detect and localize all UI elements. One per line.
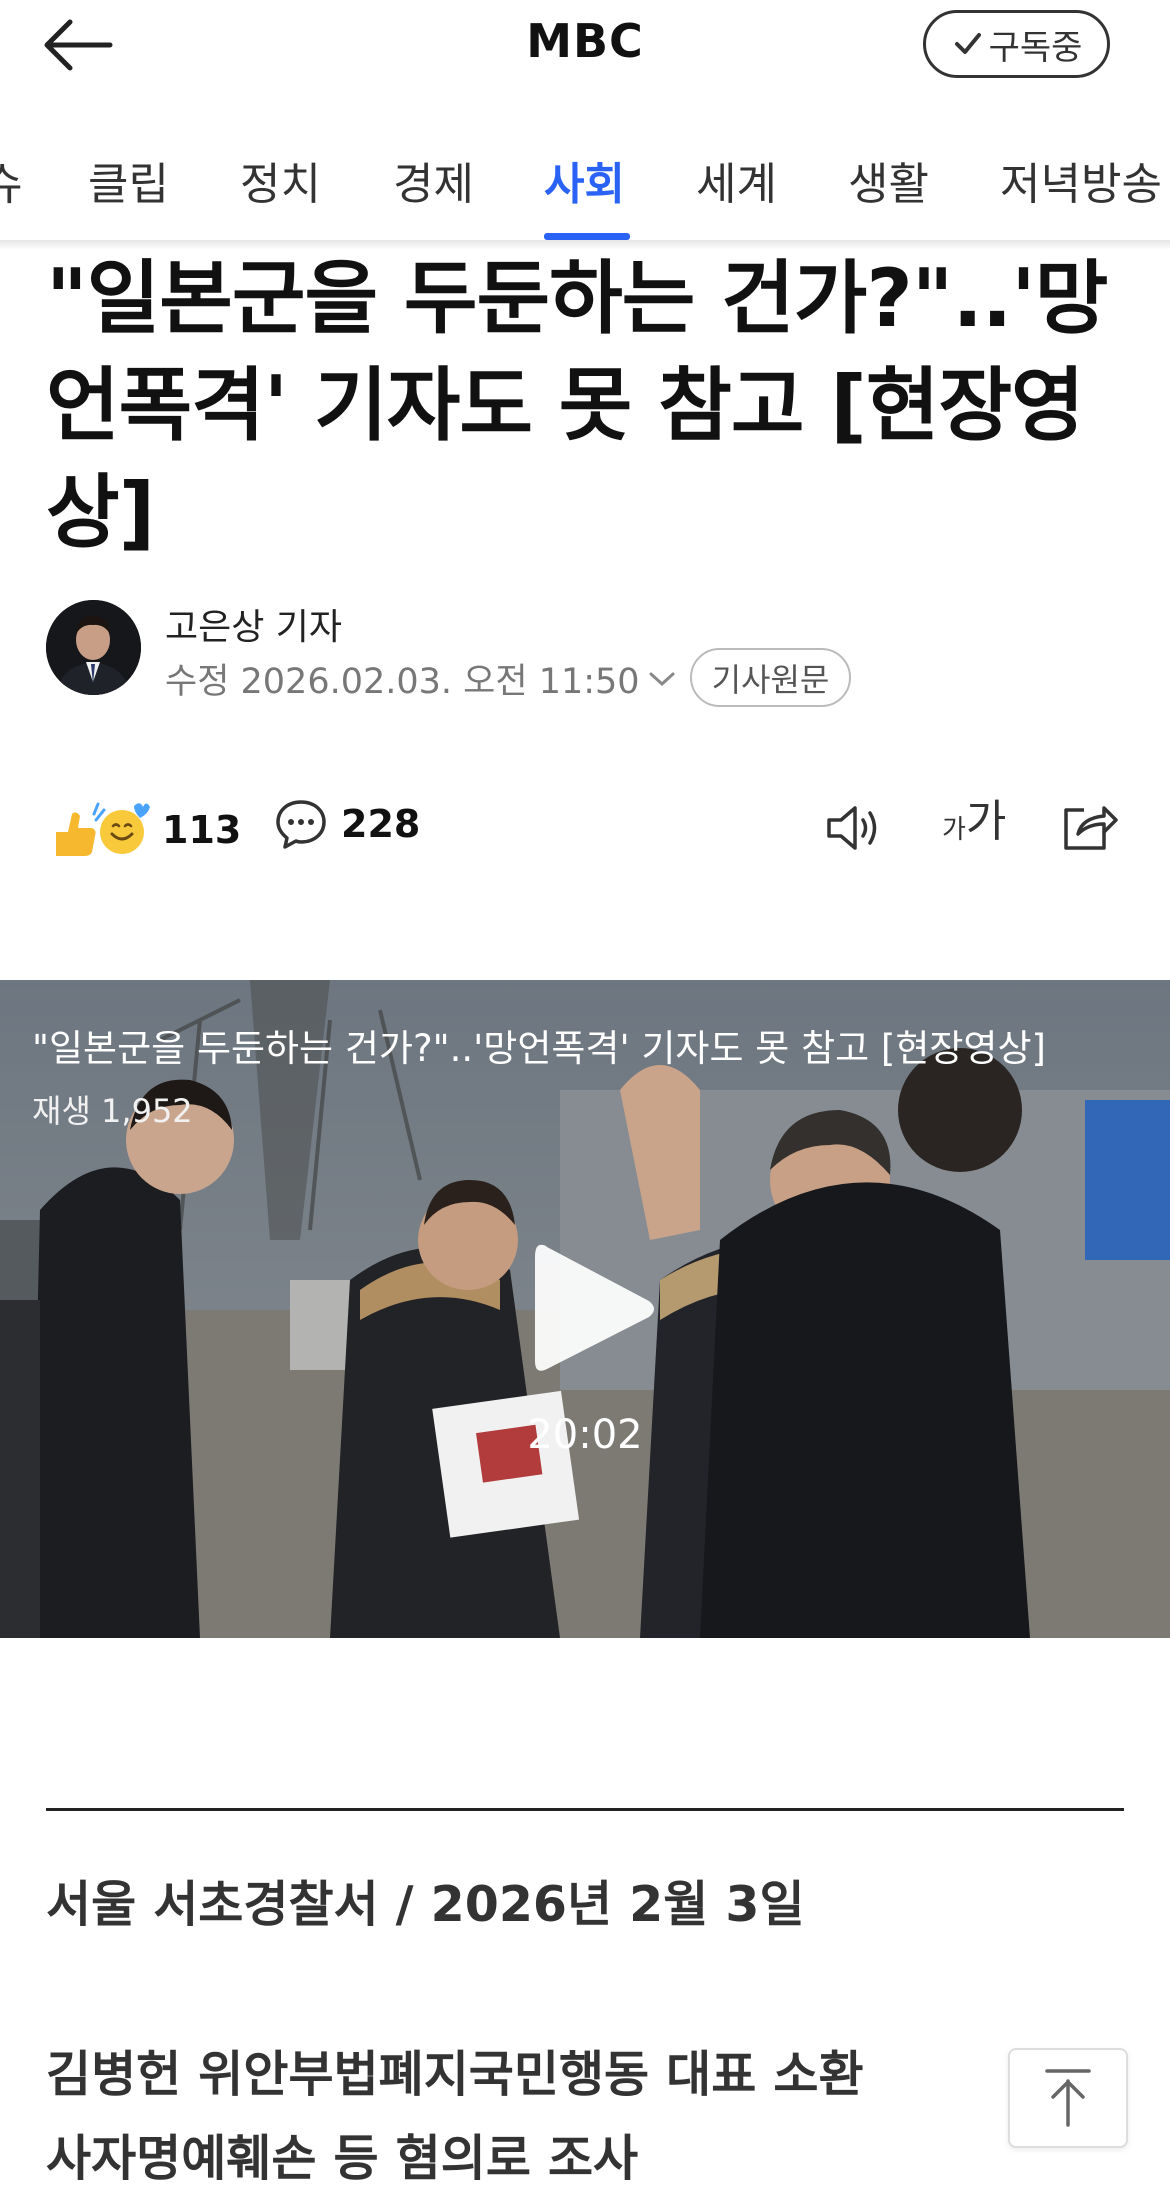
video-duration: 20:02: [527, 1412, 643, 1458]
summary-line: 김병헌 위안부법폐지국민행동 대표 소환: [46, 2046, 864, 2103]
article-headline: "일본군을 두둔하는 건가?"..'망 언폭격' 기자도 못 참고 [현장영 상…: [46, 245, 1136, 566]
location-dateline: 서울 서초경찰서 / 2026년 2월 3일: [46, 1876, 805, 1933]
scroll-to-top-button[interactable]: [1008, 2048, 1128, 2148]
video-player[interactable]: "일본군을 두둔하는 건가?"..'망언폭격' 기자도 못 참고 [현장영상] …: [0, 980, 1170, 1638]
play-icon: [535, 1244, 654, 1371]
reaction-emoji-icon: [56, 802, 150, 856]
tab-issue[interactable]: 슈: [0, 148, 22, 212]
section-divider: [46, 1808, 1124, 1811]
subscribe-label: 구독중: [988, 27, 1083, 68]
article-actions: 113 228 가 가: [0, 790, 1170, 880]
arrow-up-icon: [1045, 2069, 1091, 2127]
date-text: 수정 2026.02.03. 오전 11:50: [165, 662, 640, 702]
headline-line: "일본군을 두둔하는 건가?"..'망: [46, 252, 1108, 345]
subscribe-button[interactable]: 구독중: [923, 10, 1110, 78]
font-size-button[interactable]: 가 가: [942, 798, 1006, 846]
reaction-count: 113: [162, 808, 242, 852]
play-button[interactable]: [523, 1235, 661, 1383]
reporter-name[interactable]: 고은상 기자: [165, 598, 342, 650]
active-tab-indicator: [544, 233, 630, 240]
tab-society[interactable]: 사회: [544, 148, 625, 212]
comment-count: 228: [341, 802, 421, 846]
share-button[interactable]: [1060, 800, 1118, 858]
font-size-small-label: 가: [942, 815, 966, 845]
category-tabs: 슈 클립 정치 경제 사회 세계 생활 저녁방송: [0, 130, 1170, 240]
comments-button[interactable]: 228: [275, 798, 420, 850]
video-title: "일본군을 두둔하는 건가?"..'망언폭격' 기자도 못 참고 [현장영상]: [32, 1027, 1046, 1070]
article-date[interactable]: 수정 2026.02.03. 오전 11:50: [165, 653, 676, 704]
tab-politics[interactable]: 정치: [240, 148, 321, 212]
check-icon: [954, 33, 981, 54]
share-icon: [1064, 806, 1118, 850]
tab-world[interactable]: 세계: [696, 148, 777, 212]
tab-life[interactable]: 생활: [848, 148, 929, 212]
reactions-button[interactable]: 113: [50, 800, 241, 860]
reporter-avatar[interactable]: [46, 600, 141, 695]
video-views: 재생 1,952: [32, 1092, 193, 1130]
tab-clip[interactable]: 클립: [88, 148, 169, 212]
read-aloud-button[interactable]: [825, 800, 885, 860]
chevron-down-icon: [649, 672, 675, 686]
top-bar: MBC 구독중: [0, 0, 1170, 92]
original-article-button[interactable]: 기사원문: [690, 648, 851, 707]
headline-line: 상]: [46, 466, 155, 559]
comment-icon: [276, 800, 326, 849]
tab-evening-news[interactable]: 저녁방송: [1000, 148, 1162, 212]
font-size-large-label: 가: [965, 796, 1007, 847]
reporter-photo: [46, 600, 141, 695]
headline-line: 언폭격' 기자도 못 참고 [현장영: [46, 359, 1085, 452]
article-summary: 김병헌 위안부법폐지국민행동 대표 소환 사자명예훼손 등 혐의로 조사: [46, 2033, 864, 2199]
speaker-icon: [827, 806, 877, 850]
tab-economy[interactable]: 경제: [393, 148, 474, 212]
summary-line: 사자명예훼손 등 혐의로 조사: [46, 2130, 639, 2187]
